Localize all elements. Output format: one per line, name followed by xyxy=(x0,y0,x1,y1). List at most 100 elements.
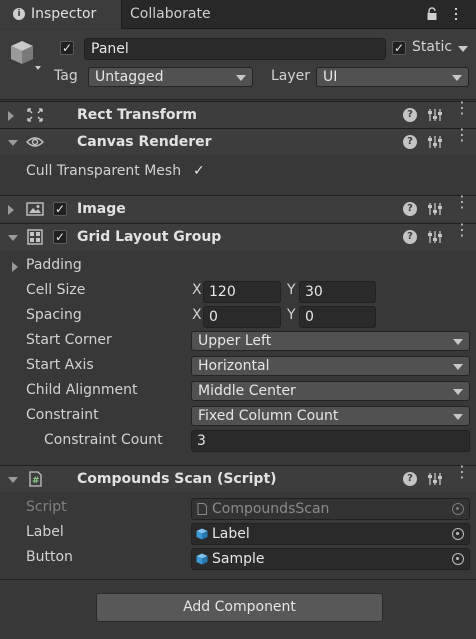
foldout-arrow[interactable] xyxy=(8,140,18,146)
menu-icon[interactable] xyxy=(450,8,462,20)
button-object-field[interactable]: Sample xyxy=(191,548,470,570)
label-object-field[interactable]: Label xyxy=(191,523,470,545)
layer-label: Layer xyxy=(271,68,311,84)
component-menu-icon[interactable]: ⋮ xyxy=(454,194,470,217)
chevron-down-icon xyxy=(453,364,463,370)
presets-icon[interactable] xyxy=(428,201,442,217)
help-icon[interactable]: ? xyxy=(403,135,417,149)
script-field: CompoundsScan xyxy=(191,498,470,520)
cell-size-x-field[interactable]: 120 xyxy=(203,281,281,303)
spacing-y-field[interactable]: 0 xyxy=(299,306,376,328)
static-checkbox[interactable]: ✓ xyxy=(392,41,406,55)
layer-value: UI xyxy=(323,69,338,85)
section-divider xyxy=(0,579,476,580)
canvas-renderer-title: Canvas Renderer xyxy=(77,134,212,150)
start-corner-label: Start Corner xyxy=(26,332,112,348)
grid-layout-group-title: Grid Layout Group xyxy=(77,229,222,245)
chevron-down-icon xyxy=(453,389,463,395)
cell-size-x-label[interactable]: X xyxy=(192,282,202,298)
foldout-arrow[interactable] xyxy=(8,111,14,121)
cell-size-y-label[interactable]: Y xyxy=(287,282,296,298)
tag-dropdown[interactable]: Untagged xyxy=(88,67,253,87)
presets-icon[interactable] xyxy=(428,134,442,150)
component-menu-icon[interactable]: ⋮ xyxy=(454,100,470,123)
script-icon xyxy=(197,503,207,515)
start-axis-value: Horizontal xyxy=(198,358,270,374)
button-object-value: Sample xyxy=(212,551,265,567)
tab-inspector[interactable]: i Inspector xyxy=(0,0,122,29)
svg-text:#: # xyxy=(32,476,40,486)
grid-layout-group-header[interactable]: ✓ Grid Layout Group ? ⋮ xyxy=(0,222,476,250)
tab-window-controls xyxy=(420,0,470,29)
chevron-down-icon xyxy=(453,414,463,420)
spacing-label: Spacing xyxy=(26,307,82,323)
constraint-dropdown[interactable]: Fixed Column Count xyxy=(191,406,470,426)
child-alignment-value: Middle Center xyxy=(198,383,296,399)
object-picker-icon[interactable] xyxy=(452,553,464,565)
cull-transparent-mesh-checkbox[interactable]: ✓ xyxy=(193,163,205,179)
foldout-arrow[interactable] xyxy=(8,205,14,215)
layer-dropdown[interactable]: UI xyxy=(316,67,469,87)
rect-transform-icon xyxy=(27,108,43,122)
start-axis-dropdown[interactable]: Horizontal xyxy=(191,356,470,376)
presets-icon[interactable] xyxy=(428,107,442,123)
script-icon: # xyxy=(29,471,42,487)
presets-icon[interactable] xyxy=(428,471,442,487)
tab-collaborate[interactable]: Collaborate xyxy=(130,0,211,29)
tab-bar: i Inspector Collaborate xyxy=(0,0,476,29)
spacing-y-label[interactable]: Y xyxy=(287,307,296,323)
image-enabled-checkbox[interactable]: ✓ xyxy=(53,202,67,216)
image-icon xyxy=(26,202,44,216)
label-object-value: Label xyxy=(212,526,250,542)
foldout-arrow[interactable] xyxy=(8,235,18,241)
static-dropdown-icon[interactable] xyxy=(458,46,468,52)
cube-icon[interactable] xyxy=(10,39,44,73)
rect-transform-title: Rect Transform xyxy=(77,107,198,123)
spacing-x-label[interactable]: X xyxy=(192,307,202,323)
constraint-count-field[interactable]: 3 xyxy=(191,430,470,452)
script-value: CompoundsScan xyxy=(212,501,330,517)
canvas-renderer-header[interactable]: Canvas Renderer ? ⋮ xyxy=(0,127,476,155)
component-menu-icon[interactable]: ⋮ xyxy=(454,222,470,245)
add-component-button[interactable]: Add Component xyxy=(96,593,383,622)
lock-icon[interactable] xyxy=(426,7,438,21)
cell-size-label: Cell Size xyxy=(26,282,86,298)
chevron-down-icon xyxy=(236,75,246,81)
foldout-arrow[interactable] xyxy=(8,477,18,483)
object-name-field[interactable]: Panel xyxy=(84,38,386,60)
child-alignment-label: Child Alignment xyxy=(26,382,138,398)
padding-label[interactable]: Padding xyxy=(26,257,82,273)
eye-icon xyxy=(26,137,44,147)
spacing-x-field[interactable]: 0 xyxy=(203,306,281,328)
presets-icon[interactable] xyxy=(428,229,442,245)
grid-enabled-checkbox[interactable]: ✓ xyxy=(53,230,67,244)
component-menu-icon[interactable]: ⋮ xyxy=(454,127,470,150)
grid-icon xyxy=(27,229,43,245)
cell-size-y-field[interactable]: 30 xyxy=(299,281,376,303)
tag-value: Untagged xyxy=(95,69,164,85)
component-menu-icon[interactable]: ⋮ xyxy=(454,464,470,487)
static-label[interactable]: Static xyxy=(412,39,452,55)
compounds-scan-header[interactable]: # Compounds Scan (Script) ? ⋮ xyxy=(0,464,476,492)
constraint-count-label: Constraint Count xyxy=(44,432,163,448)
start-corner-value: Upper Left xyxy=(198,333,272,349)
image-title: Image xyxy=(77,201,126,217)
tab-inspector-label: Inspector xyxy=(31,6,97,22)
chevron-down-icon xyxy=(452,75,462,81)
compounds-scan-title: Compounds Scan (Script) xyxy=(77,471,277,487)
rect-transform-header[interactable]: Rect Transform ? ⋮ xyxy=(0,100,476,128)
image-header[interactable]: ✓ Image ? ⋮ xyxy=(0,194,476,222)
help-icon[interactable]: ? xyxy=(403,230,417,244)
padding-foldout-arrow[interactable] xyxy=(12,262,18,272)
child-alignment-dropdown[interactable]: Middle Center xyxy=(191,381,470,401)
object-picker-icon xyxy=(452,503,464,515)
help-icon[interactable]: ? xyxy=(403,108,417,122)
start-corner-dropdown[interactable]: Upper Left xyxy=(191,331,470,351)
active-checkbox[interactable]: ✓ xyxy=(60,41,74,55)
button-field-label: Button xyxy=(26,549,73,565)
tag-label: Tag xyxy=(54,68,78,84)
help-icon[interactable]: ? xyxy=(403,472,417,486)
help-icon[interactable]: ? xyxy=(403,202,417,216)
gameobject-icon xyxy=(196,553,208,565)
object-picker-icon[interactable] xyxy=(452,528,464,540)
